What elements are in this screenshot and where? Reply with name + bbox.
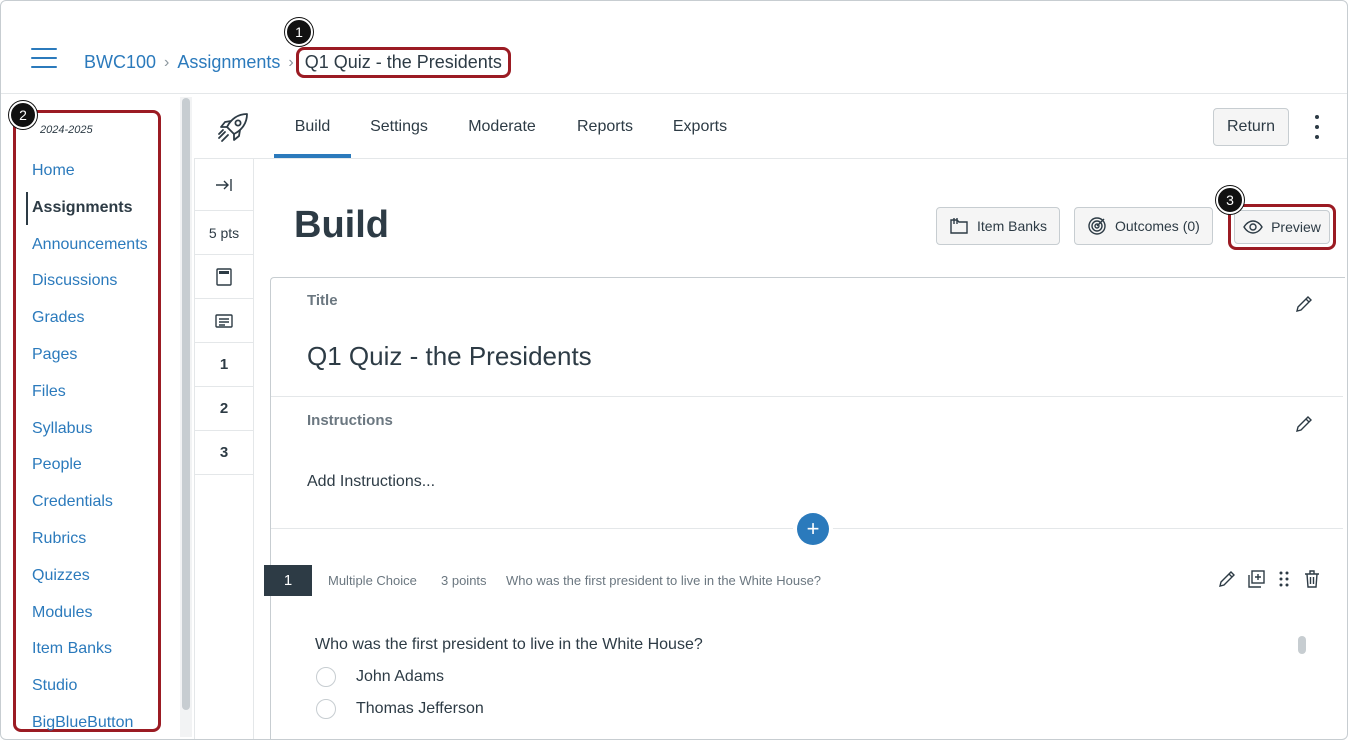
edit-question-pencil-icon[interactable] [1217, 569, 1237, 589]
outcomes-label: Outcomes (0) [1115, 218, 1200, 234]
nav-scrollbar-thumb[interactable] [182, 98, 190, 710]
preview-highlight: Preview [1228, 204, 1336, 250]
nav-item-people[interactable]: People [16, 447, 158, 484]
rail-question-3[interactable]: 3 [195, 431, 253, 475]
section-divider [271, 396, 1343, 397]
collapse-rail-icon[interactable] [195, 159, 253, 211]
question-scrollbar-thumb[interactable] [1298, 636, 1306, 654]
instructions-label: Instructions [307, 412, 393, 429]
item-banks-icon [950, 218, 968, 234]
term-label: 2024-2025 [40, 124, 93, 136]
tab-settings[interactable]: Settings [364, 97, 434, 158]
total-points: 5 pts [195, 211, 253, 255]
tab-exports[interactable]: Exports [668, 97, 732, 158]
instructions-section-icon[interactable] [195, 299, 253, 343]
page-title: Build [294, 204, 389, 246]
nav-item-discussions[interactable]: Discussions [16, 263, 158, 300]
answer-option[interactable]: Thomas Jefferson [316, 699, 484, 719]
item-banks-label: Item Banks [977, 218, 1048, 234]
tab-moderate[interactable]: Moderate [462, 97, 542, 158]
edit-instructions-pencil-icon[interactable] [1294, 414, 1314, 434]
chevron-right-icon: › [288, 53, 294, 71]
nav-item-files[interactable]: Files [16, 374, 158, 411]
eye-icon [1243, 220, 1263, 234]
nav-item-home[interactable]: Home [16, 153, 158, 190]
tab-reports[interactable]: Reports [572, 97, 638, 158]
preview-button[interactable]: Preview [1234, 210, 1330, 244]
duplicate-question-icon[interactable] [1246, 569, 1266, 589]
nav-item-syllabus[interactable]: Syllabus [16, 411, 158, 448]
chevron-right-icon: › [164, 53, 170, 71]
hamburger-menu-icon[interactable] [31, 48, 57, 68]
breadcrumb: BWC100 › Assignments › Q1 Quiz - the Pre… [84, 47, 511, 78]
callout-badge: 1 [285, 18, 313, 46]
trash-icon[interactable] [1302, 569, 1322, 589]
add-instructions-link[interactable]: Add Instructions... [307, 473, 435, 491]
nav-item-announcements[interactable]: Announcements [16, 227, 158, 264]
nav-item-grades[interactable]: Grades [16, 300, 158, 337]
rocket-icon [218, 113, 248, 142]
title-section-icon[interactable] [195, 255, 253, 299]
tab-build[interactable]: Build [274, 97, 351, 158]
nav-item-studio[interactable]: Studio [16, 668, 158, 705]
preview-label: Preview [1271, 219, 1321, 235]
breadcrumb-course[interactable]: BWC100 [84, 52, 156, 73]
question-points: 3 points [441, 573, 487, 588]
nav-item-quizzes[interactable]: Quizzes [16, 558, 158, 595]
answer-label: John Adams [356, 668, 445, 685]
course-nav-list: Home Assignments Announcements Discussio… [16, 153, 158, 739]
radio-button[interactable] [316, 667, 336, 687]
callout-badge: 2 [9, 101, 37, 129]
more-options-icon[interactable] [1309, 115, 1325, 139]
nav-item-assignments[interactable]: Assignments [16, 190, 158, 227]
question-rail: 5 pts 1 2 3 [194, 159, 254, 739]
question-number: 1 [264, 565, 312, 596]
radio-button[interactable] [316, 699, 336, 719]
title-label: Title [307, 292, 338, 309]
question-summary: Who was the first president to live in t… [506, 573, 822, 588]
question-text: Who was the first president to live in t… [315, 636, 703, 653]
add-item-plus-icon[interactable]: + [797, 513, 829, 545]
answer-option[interactable]: John Adams [316, 667, 444, 687]
callout-badge: 3 [1216, 186, 1244, 214]
answer-label: Thomas Jefferson [356, 700, 484, 717]
item-banks-button[interactable]: Item Banks [936, 207, 1061, 245]
nav-item-bigbluebutton[interactable]: BigBlueButton [16, 705, 158, 739]
return-button[interactable]: Return [1213, 108, 1289, 146]
nav-item-credentials[interactable]: Credentials [16, 484, 158, 521]
course-navigation: 2024-2025 Home Assignments Announcements… [13, 110, 161, 732]
edit-title-pencil-icon[interactable] [1294, 294, 1314, 314]
nav-item-item-banks[interactable]: Item Banks [16, 631, 158, 668]
rail-question-1[interactable]: 1 [195, 343, 253, 387]
breadcrumb-assignments[interactable]: Assignments [177, 52, 280, 73]
rail-question-2[interactable]: 2 [195, 387, 253, 431]
nav-item-rubrics[interactable]: Rubrics [16, 521, 158, 558]
drag-handle-icon[interactable] [1274, 569, 1294, 589]
header-divider [1, 93, 1347, 94]
nav-item-pages[interactable]: Pages [16, 337, 158, 374]
nav-item-modules[interactable]: Modules [16, 595, 158, 632]
question-type: Multiple Choice [328, 573, 417, 588]
app-window: BWC100 › Assignments › Q1 Quiz - the Pre… [0, 0, 1348, 740]
breadcrumb-current: Q1 Quiz - the Presidents [295, 47, 511, 78]
quiz-title[interactable]: Q1 Quiz - the Presidents [307, 341, 592, 372]
quiz-tabs-bar: Build Settings Moderate Reports Exports … [194, 97, 1347, 159]
outcomes-target-icon [1088, 217, 1106, 235]
outcomes-button[interactable]: Outcomes (0) [1074, 207, 1213, 245]
